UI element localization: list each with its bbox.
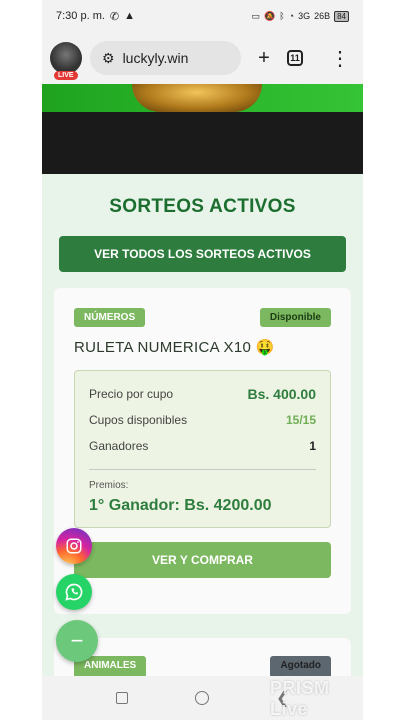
whatsapp-icon[interactable] xyxy=(56,574,92,610)
new-tab-icon[interactable]: + xyxy=(249,47,279,70)
price-row: Precio por cupo Bs. 400.00 xyxy=(89,381,316,407)
status-badge: Disponible xyxy=(259,308,331,327)
recents-button[interactable] xyxy=(115,692,128,704)
more-menu-icon[interactable]: ⋮ xyxy=(325,46,355,71)
cast-icon: ▭ xyxy=(251,10,260,21)
section-title: SORTEOS ACTIVOS xyxy=(109,196,296,217)
winners-value: 1 xyxy=(309,439,316,453)
price-label: Precio por cupo xyxy=(89,387,174,401)
left-margin xyxy=(0,0,42,720)
first-prize: 1° Ganador: Bs. 4200.00 xyxy=(89,497,272,514)
instagram-icon[interactable] xyxy=(56,528,92,564)
view-all-raffles-button[interactable]: VER TODOS LOS SORTEOS ACTIVOS xyxy=(59,236,346,272)
slots-row: Cupos disponibles 15/15 xyxy=(89,407,316,433)
home-button[interactable] xyxy=(194,691,209,705)
wifi-icon: ◔ xyxy=(288,11,295,21)
raffle-card-2: ANIMALES Agotado xyxy=(54,638,351,678)
status-bar: 7:30 p. m. ✆ ▲ ▭ 🔕 ᛒ ◔ 3G 26B 84 xyxy=(42,0,363,32)
battery-icon: 84 xyxy=(334,10,349,22)
view-and-buy-button[interactable]: VER Y COMPRAR xyxy=(74,542,331,578)
status-badge-2: Agotado xyxy=(270,656,331,678)
raffle-details: Precio por cupo Bs. 400.00 Cupos disponi… xyxy=(74,370,331,528)
browser-toolbar: LIVE ⚙ luckyly.win + 11 ⋮ xyxy=(42,32,363,84)
url-text: luckyly.win xyxy=(122,50,189,66)
watermark: PRISM Live xyxy=(270,678,330,719)
hero-banner xyxy=(42,84,363,112)
minus-icon: − xyxy=(70,628,84,653)
site-settings-icon[interactable]: ⚙ xyxy=(102,50,115,67)
instagram-glyph xyxy=(66,538,82,554)
price-value: Bs. 400.00 xyxy=(247,386,317,402)
gold-treasure-image xyxy=(132,84,262,112)
dark-band xyxy=(42,112,363,174)
whatsapp-glyph xyxy=(65,583,83,601)
phone-screen: 7:30 p. m. ✆ ▲ ▭ 🔕 ᛒ ◔ 3G 26B 84 LIVE ⚙ … xyxy=(42,0,363,720)
divider xyxy=(89,469,316,470)
alert-notification-icon: ▲ xyxy=(124,10,136,22)
category-tag: NÚMEROS xyxy=(74,308,146,327)
winners-row: Ganadores 1 xyxy=(89,433,316,459)
winners-label: Ganadores xyxy=(89,439,149,453)
bluetooth-icon: ᛒ xyxy=(279,11,285,21)
avatar[interactable]: LIVE xyxy=(50,42,82,80)
live-badge: LIVE xyxy=(54,71,78,80)
raffle-title: RULETA NUMERICA X10 🤑 xyxy=(74,339,275,356)
address-bar[interactable]: ⚙ luckyly.win xyxy=(90,41,241,75)
prizes-label: Premios: xyxy=(89,480,129,491)
collapse-fab-button[interactable]: − xyxy=(56,620,98,662)
network-type-2: 26B xyxy=(314,11,331,21)
network-type: 3G xyxy=(298,11,311,21)
tab-switcher-button[interactable]: 11 xyxy=(287,50,317,66)
right-margin xyxy=(363,0,405,720)
status-time: 7:30 p. m. xyxy=(56,10,105,22)
whatsapp-notification-icon: ✆ xyxy=(109,10,120,23)
slots-label: Cupos disponibles xyxy=(89,413,188,427)
mute-icon: 🔕 xyxy=(264,10,276,21)
slots-value: 15/15 xyxy=(285,413,316,427)
main-content: SORTEOS ACTIVOS VER TODOS LOS SORTEOS AC… xyxy=(42,174,363,694)
tab-count: 11 xyxy=(287,50,303,66)
raffle-card: NÚMEROS Disponible RULETA NUMERICA X10 🤑… xyxy=(54,288,351,614)
